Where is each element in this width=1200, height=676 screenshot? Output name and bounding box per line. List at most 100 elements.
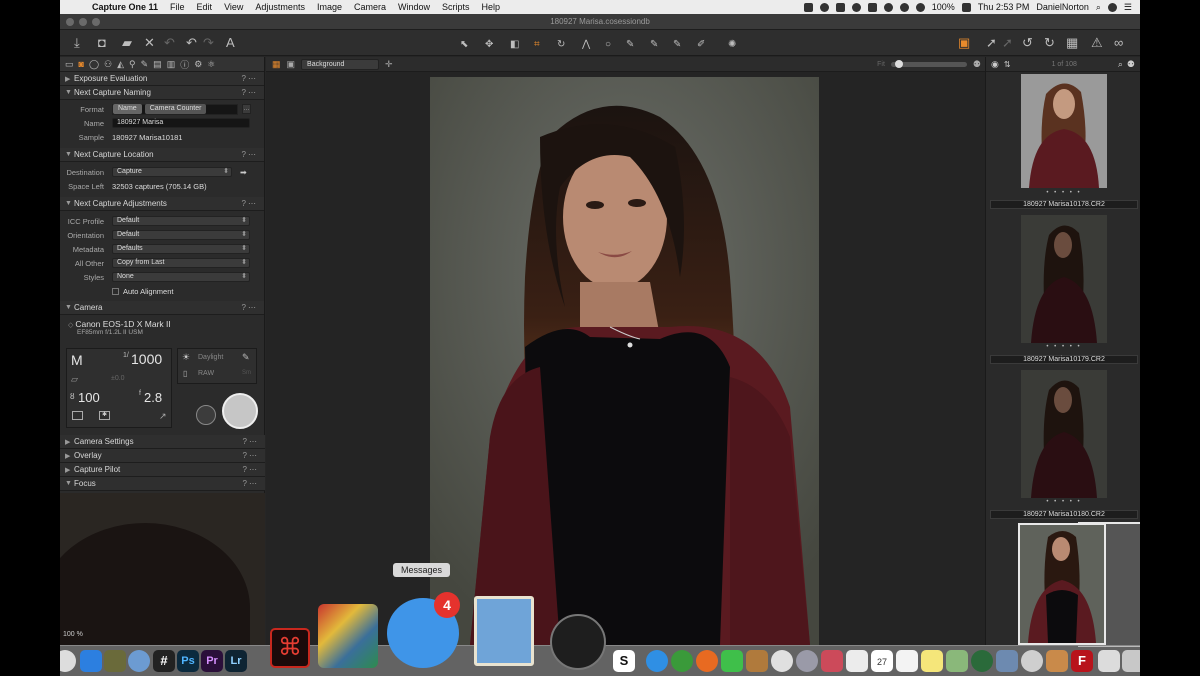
eyedropper-icon[interactable]: ✎ xyxy=(242,352,250,363)
bluetooth-icon[interactable] xyxy=(883,2,893,12)
gradient-icon[interactable]: ✎ xyxy=(673,37,681,53)
user-icon[interactable]: ⚉ xyxy=(973,59,981,70)
acrobat-icon[interactable]: ⌘ xyxy=(270,628,310,668)
spotlight-icon[interactable]: ⌕ xyxy=(1096,2,1101,13)
eraser-icon[interactable]: ✐ xyxy=(697,37,705,53)
grid-view-icon[interactable]: ▦ xyxy=(272,59,281,70)
zoom-slider[interactable] xyxy=(890,59,967,68)
format-token[interactable]: Camera Counter xyxy=(144,104,207,114)
thumbnail-rating[interactable]: • • • • • xyxy=(990,344,1138,350)
dashboard-icon[interactable] xyxy=(550,614,606,670)
capture-tab-icon[interactable]: ◙ xyxy=(79,59,84,69)
zoom-slider-thumb[interactable] xyxy=(894,59,903,68)
exposure-tab-icon[interactable]: ◭ xyxy=(117,59,124,70)
section-help-icon[interactable]: ?⋯ xyxy=(242,199,264,208)
arrow-diagonal-icon[interactable]: ↗ xyxy=(159,411,167,422)
exposure-compensation[interactable]: ±0.0 xyxy=(111,375,125,382)
siri-icon[interactable] xyxy=(1107,2,1117,12)
camera-model[interactable]: ◇ Canon EOS-1D X Mark II xyxy=(68,319,256,329)
rotate-icon[interactable]: ↻ xyxy=(557,37,565,53)
section-overlay[interactable]: ▶ Overlay ?⋯ xyxy=(60,449,265,463)
annotate-icon[interactable]: ✺ xyxy=(728,37,736,53)
wifi-icon[interactable] xyxy=(899,2,909,12)
adjustments-tab-icon[interactable]: ▤ xyxy=(153,59,162,70)
lightroom-icon[interactable]: Lr xyxy=(225,650,247,672)
section-help-icon[interactable]: ?⋯ xyxy=(243,465,265,474)
notification-icon[interactable]: ☰ xyxy=(1124,2,1132,13)
battery-percent[interactable]: 100% xyxy=(932,2,955,12)
reset-icon[interactable]: ↺ xyxy=(1022,35,1033,51)
safari-icon[interactable] xyxy=(646,650,668,672)
menu-scripts[interactable]: Scripts xyxy=(436,2,476,12)
loupe-icon[interactable]: ◧ xyxy=(510,37,519,53)
name-input[interactable]: 180927 Marisa xyxy=(112,118,250,128)
thumbnail-rating[interactable]: • • • • • xyxy=(990,190,1138,196)
facetime-icon[interactable] xyxy=(721,650,743,672)
menu-view[interactable]: View xyxy=(218,2,249,12)
file-format[interactable]: RAW xyxy=(198,370,214,377)
orientation-select[interactable]: Default xyxy=(112,230,250,240)
main-photo[interactable] xyxy=(430,77,819,645)
hash-app-icon[interactable]: # xyxy=(153,650,175,672)
mail-icon[interactable] xyxy=(474,596,534,666)
premiere-icon[interactable]: Pr xyxy=(201,650,223,672)
details-tab-icon[interactable]: ⚲ xyxy=(129,59,136,70)
section-help-icon[interactable]: ?⋯ xyxy=(242,88,264,97)
menu-app-name[interactable]: Capture One 11 xyxy=(86,2,164,12)
redo-icon[interactable]: ↷ xyxy=(203,35,214,51)
volume-icon[interactable] xyxy=(915,2,925,12)
wb-value[interactable]: Daylight xyxy=(198,354,223,361)
chrome-icon[interactable] xyxy=(671,650,693,672)
screenshot-app-icon[interactable] xyxy=(996,650,1018,672)
all-other-select[interactable]: Copy from Last xyxy=(112,258,250,268)
section-help-icon[interactable]: ?⋯ xyxy=(243,479,265,488)
section-next-capture-location[interactable]: ▼ Next Capture Location ?⋯ xyxy=(60,148,264,162)
screen-icon[interactable] xyxy=(835,2,845,12)
filezilla-icon[interactable]: F xyxy=(1071,650,1093,672)
thumbnail[interactable] xyxy=(1021,74,1107,188)
section-help-icon[interactable]: ?⋯ xyxy=(242,74,264,83)
apply-adjust-icon[interactable]: ➚ xyxy=(1002,35,1013,51)
picker-icon[interactable]: ✎ xyxy=(626,37,634,53)
info-tab-icon[interactable]: ⓘ xyxy=(180,58,189,71)
menu-image[interactable]: Image xyxy=(311,2,348,12)
local-adjust-tab-icon[interactable]: ✎ xyxy=(141,59,149,70)
dropbox-icon[interactable] xyxy=(803,2,813,12)
selected-thumbnail[interactable] xyxy=(1018,523,1106,645)
lens-tab-icon[interactable]: ◯ xyxy=(89,59,99,70)
refresh-icon[interactable]: ↻ xyxy=(1044,35,1055,51)
camera-icon[interactable]: ◘ xyxy=(98,35,106,51)
single-view-icon[interactable]: ▣ xyxy=(287,59,296,70)
batch-tab-icon[interactable]: ⚛ xyxy=(207,59,215,70)
section-help-icon[interactable]: ?⋯ xyxy=(243,437,265,446)
mission-control-icon[interactable] xyxy=(104,650,126,672)
import-icon[interactable]: ⤓ xyxy=(74,35,80,51)
section-exposure-evaluation[interactable]: ▶ Exposure Evaluation ?⋯ xyxy=(60,72,264,86)
format-token[interactable]: Name xyxy=(113,104,142,114)
maps-icon[interactable] xyxy=(946,650,968,672)
section-focus[interactable]: ▼ Focus ?⋯ xyxy=(60,477,265,491)
pan-icon[interactable]: ✥ xyxy=(485,37,493,53)
system-prefs-icon[interactable] xyxy=(1122,650,1140,672)
itunes-icon[interactable] xyxy=(796,650,818,672)
user-icon[interactable]: ⚉ xyxy=(1127,59,1135,70)
delete-icon[interactable]: ✕ xyxy=(144,35,155,51)
firefox-icon[interactable] xyxy=(696,650,718,672)
section-camera-settings[interactable]: ▶ Camera Settings ?⋯ xyxy=(60,435,265,449)
clock[interactable]: Thu 2:53 PM xyxy=(978,2,1030,12)
minimize-button[interactable] xyxy=(79,18,87,26)
styles-select[interactable]: None xyxy=(112,272,250,282)
aperture-value[interactable]: 2.8 xyxy=(144,390,162,405)
menu-window[interactable]: Window xyxy=(392,2,436,12)
keystone-icon[interactable]: ⋀ xyxy=(582,37,590,53)
select-cursor-icon[interactable]: ⬉ xyxy=(460,37,468,53)
thumbnail-rating[interactable]: • • • • • xyxy=(990,499,1138,505)
info-app-icon[interactable] xyxy=(128,650,150,672)
proof-glasses-icon[interactable]: ∞ xyxy=(1114,35,1123,51)
warning-icon[interactable]: ⚠ xyxy=(1091,35,1103,51)
iso-value[interactable]: 100 xyxy=(78,390,100,405)
search-icon[interactable]: ⌕ xyxy=(1118,59,1123,70)
metering-icon[interactable]: ✱ xyxy=(99,411,110,420)
image-viewer[interactable] xyxy=(266,72,985,645)
auto-alignment-checkbox[interactable] xyxy=(112,287,119,295)
